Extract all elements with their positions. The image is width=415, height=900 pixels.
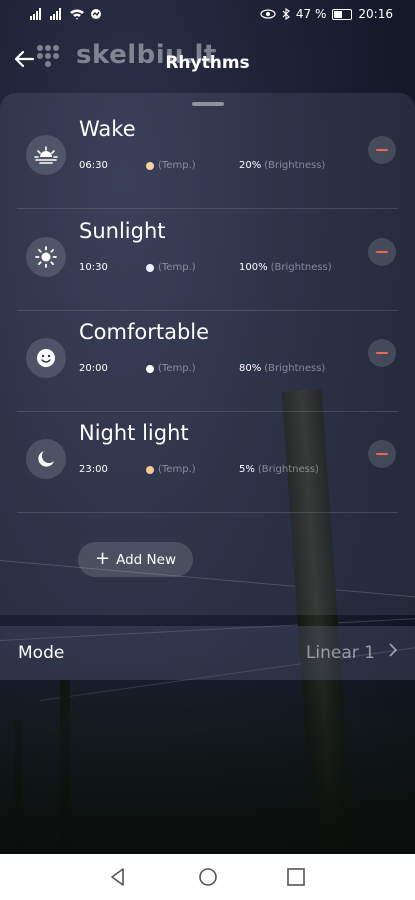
minus-icon [376,251,388,253]
brightness-info: 100% (Brightness) [239,262,332,273]
mode-label: Mode [18,643,65,663]
temp-label: (Temp.) [158,262,196,273]
minus-icon [376,149,388,151]
rhythm-name: Wake [79,117,136,141]
brightness-value: 80% [239,363,262,374]
battery-percent: 47 % [295,7,327,21]
remove-rhythm-button[interactable] [368,440,396,468]
battery-icon [332,8,353,20]
temp-color-dot [146,264,154,272]
sunrise-icon [26,135,66,175]
minus-icon [376,352,388,354]
temp-label: (Temp.) [158,464,196,475]
status-bar: 47 % 20:16 [0,0,415,30]
brightness-value: 100% [239,262,268,273]
rhythm-meta: 06:30 (Temp.) 20% (Brightness) [79,160,369,174]
smiley-icon [26,338,66,378]
add-new-label: Add New [116,551,176,568]
rhythm-meta: 20:00 (Temp.) 80% (Brightness) [79,363,369,377]
nav-recents-icon[interactable] [285,866,307,888]
signal-icon [30,8,101,20]
brightness-info: 5% (Brightness) [239,464,319,475]
page-title: Rhythms [165,53,250,73]
rhythm-time: 10:30 [79,262,108,273]
brightness-value: 20% [239,160,262,171]
rhythm-name: Sunlight [79,219,166,243]
plus-icon: + [95,548,111,569]
rhythm-time: 23:00 [79,464,108,475]
moon-icon [26,439,66,479]
temp-label: (Temp.) [158,160,196,171]
temp-color-dot [146,466,154,474]
rhythm-time: 20:00 [79,363,108,374]
brightness-value: 5% [239,464,255,475]
brightness-label: (Brightness) [270,262,332,273]
rhythm-row[interactable]: Comfortable 20:00 (Temp.) 80% (Brightness) [17,310,398,412]
chevron-right-icon [389,643,398,661]
remove-rhythm-button[interactable] [368,339,396,367]
clock: 20:16 [358,7,393,21]
app-header: skelbiu.lt Rhythms [0,38,415,88]
temp-color-dot [146,162,154,170]
brightness-label: (Brightness) [264,363,326,374]
brightness-info: 80% (Brightness) [239,363,325,374]
drag-handle[interactable] [191,102,224,106]
brightness-label: (Brightness) [257,464,319,475]
rhythm-row[interactable]: Night light 23:00 (Temp.) 5% (Brightness) [17,411,398,513]
rhythm-meta: 10:30 (Temp.) 100% (Brightness) [79,262,369,276]
remove-rhythm-button[interactable] [368,238,396,266]
remove-rhythm-button[interactable] [368,136,396,164]
rhythm-meta: 23:00 (Temp.) 5% (Brightness) [79,464,369,478]
rhythm-time: 06:30 [79,160,108,171]
eye-icon [260,9,276,19]
bluetooth-icon [282,8,290,20]
sun-icon [26,237,66,277]
mode-row[interactable]: Mode Linear 1 [0,626,415,680]
nav-back-icon[interactable] [107,866,129,888]
mode-value: Linear 1 [305,643,375,663]
brightness-label: (Brightness) [264,160,326,171]
signal-icons [30,8,110,23]
temp-color-dot [146,365,154,373]
brightness-info: 20% (Brightness) [239,160,325,171]
add-new-button[interactable]: + Add New [78,542,193,577]
rhythm-name: Comfortable [79,320,210,344]
temp-label: (Temp.) [158,363,196,374]
foliage-silhouette [0,654,415,854]
system-nav-bar [0,854,415,900]
rhythm-row[interactable]: Sunlight 10:30 (Temp.) 100% (Brightness) [17,209,398,311]
rhythm-name: Night light [79,421,189,445]
minus-icon [376,453,388,455]
nav-home-icon[interactable] [197,866,219,888]
rhythm-row[interactable]: Wake 06:30 (Temp.) 20% (Brightness) [17,107,398,209]
